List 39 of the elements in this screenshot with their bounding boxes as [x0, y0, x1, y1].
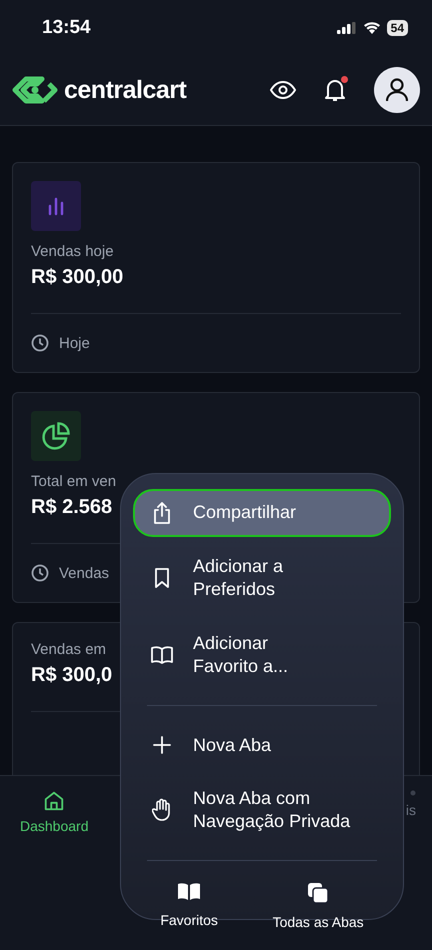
- clock-icon: [31, 334, 49, 352]
- status-time: 13:54: [42, 16, 91, 38]
- menu-action[interactable]: Todas as Abas: [266, 880, 370, 931]
- share-icon: [151, 501, 173, 525]
- user-icon: [386, 78, 408, 102]
- menu-item[interactable]: Adicionar a Preferidos: [133, 543, 391, 614]
- nav-tab[interactable]: Dashboard: [20, 790, 88, 834]
- stat-value: R$ 300,0: [31, 664, 112, 687]
- menu-item[interactable]: Adicionar Favorito a...: [133, 620, 391, 691]
- book-icon: [177, 882, 202, 902]
- menu-item[interactable]: Compartilhar: [133, 489, 391, 537]
- avatar-button[interactable]: [374, 67, 420, 113]
- plus-icon: [152, 735, 172, 756]
- logo-icon: [12, 76, 58, 104]
- clock-icon: [31, 564, 49, 582]
- logo-text: centralcart: [64, 76, 186, 104]
- stat-label: Total em ven: [31, 473, 116, 490]
- tabs-icon: [307, 882, 330, 904]
- stat-label: Vendas hoje: [31, 243, 114, 260]
- menu-action[interactable]: Favoritos: [154, 880, 224, 931]
- bookmark-icon: [154, 567, 170, 590]
- hand-icon: [152, 798, 172, 822]
- stat-label: Vendas em: [31, 641, 106, 658]
- nav-tab[interactable]: is: [406, 790, 416, 834]
- stat-period: Vendas: [59, 564, 110, 582]
- menu-item[interactable]: Nova Aba: [133, 722, 391, 769]
- signal-icon: [336, 22, 357, 34]
- dot-icon: [410, 790, 416, 796]
- bell-icon: [324, 78, 346, 102]
- notification-button[interactable]: [324, 78, 346, 102]
- menu-item[interactable]: Nova Aba com Navegação Privada: [133, 774, 391, 846]
- stat-value: R$ 300,00: [31, 266, 124, 289]
- battery-level: 54: [386, 20, 408, 36]
- stat-value: R$ 2.568: [31, 496, 112, 519]
- wifi-icon: [362, 21, 381, 34]
- book-icon: [150, 645, 174, 666]
- stat-period: Hoje: [59, 334, 90, 352]
- eye-icon[interactable]: [270, 81, 296, 99]
- pie-chart-icon: [41, 421, 71, 451]
